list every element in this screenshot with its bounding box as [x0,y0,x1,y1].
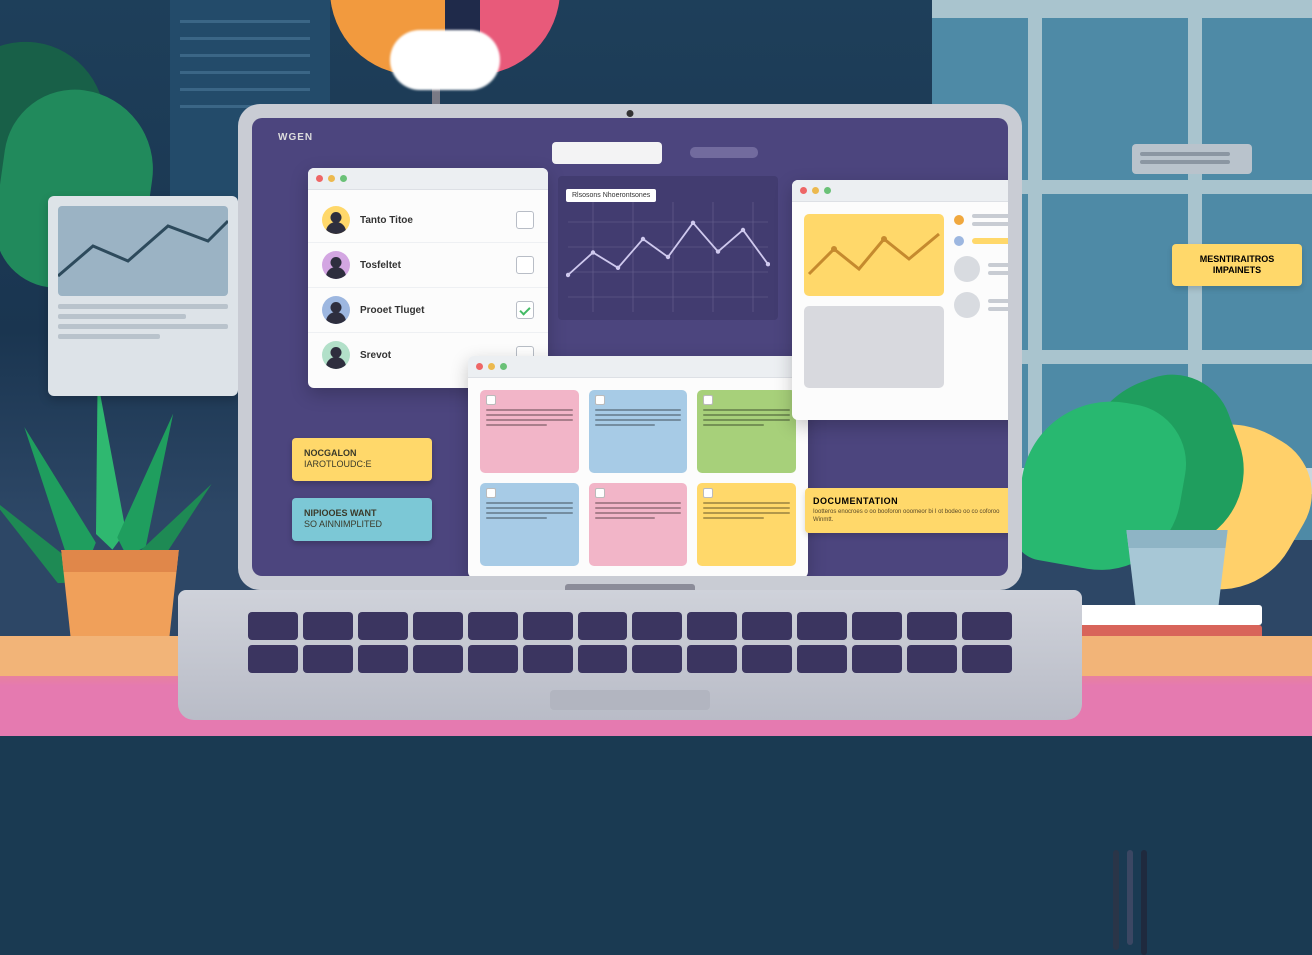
sticky-card[interactable] [589,390,688,473]
laptop-base [178,590,1082,720]
keyboard[interactable] [248,612,1012,673]
avatar-icon [954,292,980,318]
key[interactable] [687,612,737,640]
brand-label: WGEN [278,132,313,143]
member-name: Tanto Titoe [360,215,506,226]
wall-texture [180,20,310,108]
list-item[interactable] [954,292,1008,318]
key[interactable] [742,645,792,673]
scene: MESNTIRAITROS IMPAINETS WGEN Tanto Titoe… [0,0,1312,736]
chart-panel: Rlsosons Nhoerontsones [558,176,778,320]
key[interactable] [413,612,463,640]
member-name: Prooet Tluget [360,305,506,316]
list-item[interactable] [954,236,1008,246]
key[interactable] [852,612,902,640]
key[interactable] [358,645,408,673]
dashboard-window[interactable] [792,180,1008,420]
key[interactable] [687,645,737,673]
checkbox[interactable] [516,301,534,319]
key[interactable] [468,612,518,640]
key[interactable] [962,612,1012,640]
team-row[interactable]: Tanto Titoe [308,198,548,243]
lamp-bulb [390,30,500,90]
avatar-icon [322,341,350,369]
key[interactable] [358,612,408,640]
trackpad[interactable] [550,690,710,710]
sticky-card[interactable] [589,483,688,566]
sticky-note[interactable]: NOCGALON IAROTLOUDC:E [292,438,432,481]
avatar-icon [322,251,350,279]
checkbox[interactable] [516,211,534,229]
key[interactable] [632,645,682,673]
member-name: Tosfeltet [360,260,506,271]
key[interactable] [632,612,682,640]
key[interactable] [907,612,957,640]
key[interactable] [907,645,957,673]
key[interactable] [523,612,573,640]
side-widget [48,196,238,396]
pen-holder [1113,850,1147,955]
avatar-icon [954,256,980,282]
key[interactable] [797,612,847,640]
sticky-note[interactable]: NIPIOOES WANT SO AINNIMPLITED [292,498,432,541]
key[interactable] [962,645,1012,673]
list-item[interactable] [954,256,1008,282]
key[interactable] [303,612,353,640]
sticky-card[interactable] [480,390,579,473]
line-chart [566,202,770,312]
chart-thumbnail[interactable] [804,214,944,296]
key[interactable] [578,645,628,673]
key[interactable] [852,645,902,673]
notes-window[interactable] [468,356,808,576]
laptop-screen: WGEN Tanto TitoeTosfeltetProoet TlugetSr… [252,118,1008,576]
key[interactable] [248,645,298,673]
avatar-icon [322,296,350,324]
header-tab[interactable] [552,142,662,164]
key[interactable] [303,645,353,673]
team-row[interactable]: Prooet Tluget [308,288,548,333]
floating-tag [1132,144,1252,174]
avatar-icon [322,206,350,234]
key[interactable] [468,645,518,673]
window-header[interactable] [468,356,808,378]
window-header[interactable] [308,168,548,190]
image-thumbnail[interactable] [804,306,944,388]
documentation-card[interactable]: DOCUMENTATION Iootteros enocroes o oo bo… [805,488,1008,533]
team-window[interactable]: Tanto TitoeTosfeltetProoet TlugetSrevot [308,168,548,388]
key[interactable] [523,645,573,673]
sticky-card[interactable] [697,390,796,473]
chart-thumbnail [58,206,228,296]
laptop-bezel: WGEN Tanto TitoeTosfeltetProoet TlugetSr… [238,104,1022,590]
key[interactable] [413,645,463,673]
key[interactable] [797,645,847,673]
header-pill[interactable] [690,147,758,158]
chart-title: Rlsosons Nhoerontsones [566,189,656,202]
list-item[interactable] [954,214,1008,226]
camera-icon [627,110,634,117]
checkbox[interactable] [516,256,534,274]
sticky-note-right[interactable]: MESNTIRAITROS IMPAINETS [1172,244,1302,286]
key[interactable] [578,612,628,640]
window-header[interactable] [792,180,1008,202]
key[interactable] [248,612,298,640]
team-row[interactable]: Tosfeltet [308,243,548,288]
laptop: MESNTIRAITROS IMPAINETS WGEN Tanto Titoe… [238,104,1022,716]
key[interactable] [742,612,792,640]
sticky-card[interactable] [697,483,796,566]
sticky-card[interactable] [480,483,579,566]
